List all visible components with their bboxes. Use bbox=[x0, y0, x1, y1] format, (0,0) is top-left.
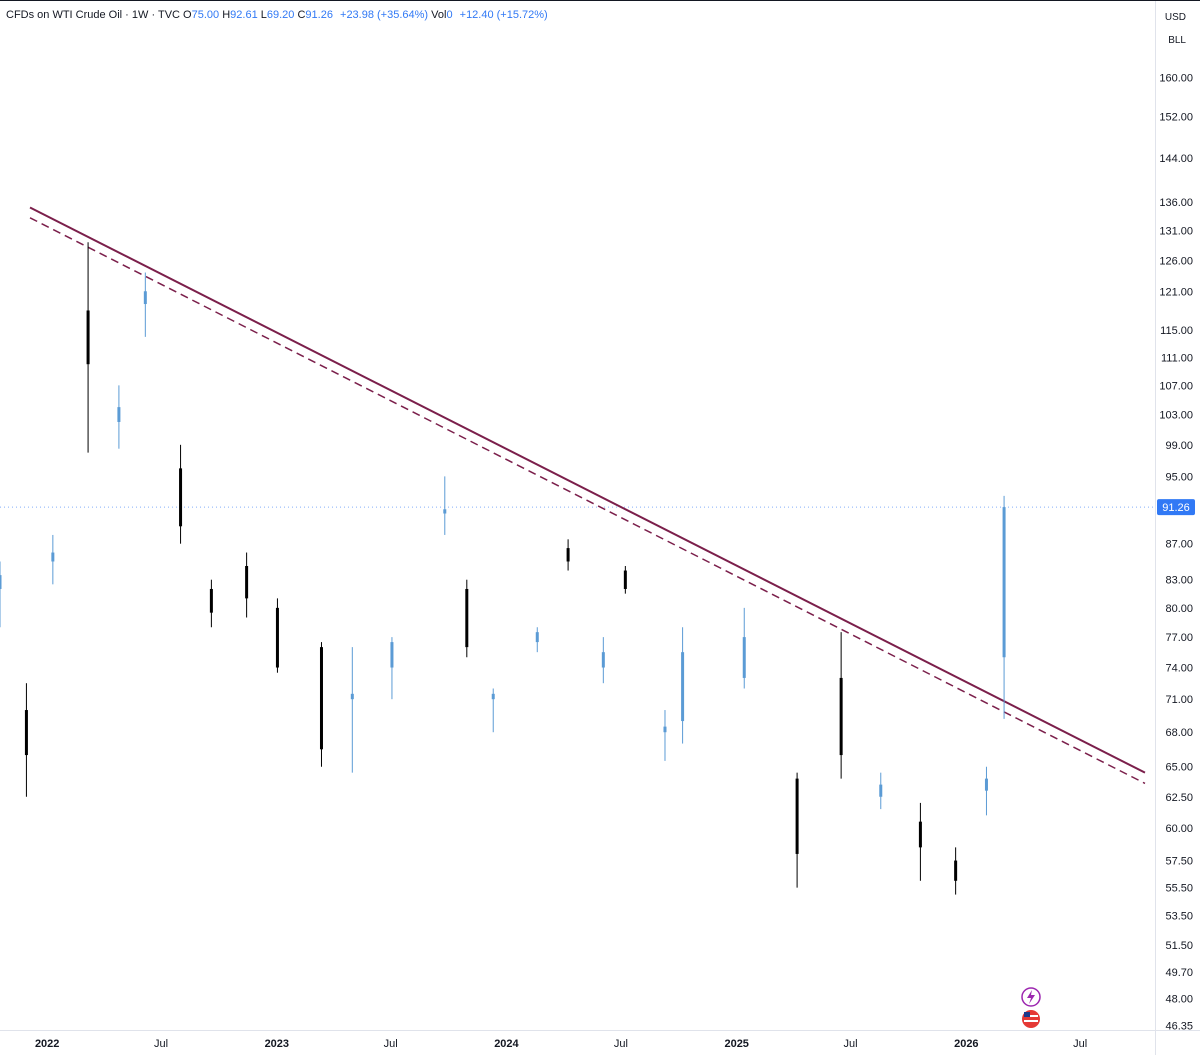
y-tick-label: 77.00 bbox=[1165, 632, 1193, 644]
x-tick-label: 2024 bbox=[494, 1038, 519, 1050]
x-tick-label: Jul bbox=[1073, 1038, 1087, 1050]
y-tick-label: 126.00 bbox=[1159, 255, 1193, 267]
y-tick-label: 95.00 bbox=[1165, 471, 1193, 483]
candle-body[interactable] bbox=[918, 821, 922, 848]
y-tick-label: 107.00 bbox=[1159, 380, 1193, 392]
y-tick-label: 55.50 bbox=[1165, 883, 1193, 895]
x-tick-label: Jul bbox=[154, 1038, 168, 1050]
y-tick-label: 121.00 bbox=[1159, 286, 1193, 298]
candle-body[interactable] bbox=[491, 693, 495, 700]
y-tick-label: 60.00 bbox=[1165, 823, 1193, 835]
candle-body[interactable] bbox=[601, 652, 605, 668]
high-value: 92.61 bbox=[230, 9, 258, 21]
candle-body[interactable] bbox=[663, 726, 667, 733]
volume-change-value: +12.40 (+15.72%) bbox=[459, 9, 548, 21]
symbol-legend: CFDs on WTI Crude Oil · 1W · TVC O75.00 … bbox=[6, 9, 548, 21]
y-tick-label: 49.70 bbox=[1165, 967, 1193, 979]
x-tick-label: Jul bbox=[614, 1038, 628, 1050]
x-tick-label: Jul bbox=[844, 1038, 858, 1050]
volume-label: Vol bbox=[431, 9, 447, 21]
candle-body[interactable] bbox=[117, 407, 121, 422]
candle-body[interactable] bbox=[275, 607, 279, 668]
y-tick-label: 48.00 bbox=[1165, 994, 1193, 1006]
candle-body[interactable] bbox=[566, 548, 570, 562]
candle-body[interactable] bbox=[984, 778, 988, 791]
low-value: 69.20 bbox=[266, 9, 295, 21]
y-tick-label: 65.00 bbox=[1165, 762, 1193, 774]
x-tick-label: 2026 bbox=[954, 1038, 978, 1050]
x-tick-label: 2023 bbox=[265, 1038, 289, 1050]
candle-body[interactable] bbox=[879, 784, 883, 797]
high-label: H bbox=[222, 9, 231, 21]
candle-body[interactable] bbox=[443, 509, 447, 514]
candle-body[interactable] bbox=[0, 575, 2, 589]
candle-body[interactable] bbox=[209, 588, 213, 613]
y-tick-label: 87.00 bbox=[1165, 539, 1193, 551]
open-label: O bbox=[183, 9, 192, 21]
candle-body[interactable] bbox=[795, 778, 799, 854]
y-tick-label: 46.35 bbox=[1165, 1021, 1193, 1033]
current-price-tag-label: 91.26 bbox=[1162, 502, 1190, 514]
candle-body[interactable] bbox=[1002, 507, 1006, 658]
y-tick-label: 80.00 bbox=[1165, 603, 1193, 615]
y-tick-label: 99.00 bbox=[1165, 440, 1193, 452]
flag-stripe bbox=[1024, 1020, 1038, 1022]
candle-body[interactable] bbox=[742, 637, 746, 678]
y-tick-label: 51.50 bbox=[1165, 940, 1193, 952]
y-tick-label: 152.00 bbox=[1159, 112, 1193, 124]
candle-body[interactable] bbox=[350, 693, 354, 700]
unit-label[interactable]: BLL bbox=[1168, 35, 1186, 46]
candle-body[interactable] bbox=[245, 565, 249, 599]
candle-body[interactable] bbox=[681, 652, 685, 722]
y-tick-label: 144.00 bbox=[1159, 153, 1193, 165]
candle-body[interactable] bbox=[465, 588, 469, 648]
candle-body[interactable] bbox=[51, 552, 55, 562]
y-tick-label: 74.00 bbox=[1165, 663, 1193, 675]
symbol-title: CFDs on WTI Crude Oil · 1W · TVC bbox=[6, 9, 180, 21]
y-tick-label: 53.50 bbox=[1165, 911, 1193, 923]
volume-value: 0 bbox=[446, 9, 453, 21]
candle-body[interactable] bbox=[179, 468, 183, 527]
y-tick-label: 115.00 bbox=[1160, 325, 1193, 337]
chart-area[interactable]: 46.35 48.00 49.70 51.50 53.50 55.50 57.50 60.00… bbox=[0, 0, 1200, 1055]
x-tick-label: Jul bbox=[384, 1038, 398, 1050]
candle-body[interactable] bbox=[143, 291, 147, 305]
y-tick-label: 62.50 bbox=[1165, 792, 1193, 804]
currency-label[interactable]: USD bbox=[1165, 12, 1186, 23]
open-value: 75.00 bbox=[191, 9, 220, 21]
y-tick-label: 68.00 bbox=[1165, 727, 1193, 739]
resistance-trendline-dashed[interactable] bbox=[29, 217, 1146, 785]
resistance-trendline[interactable] bbox=[29, 206, 1146, 774]
y-tick-label: 71.00 bbox=[1165, 694, 1193, 706]
candle-body[interactable] bbox=[954, 860, 958, 881]
candle-body[interactable] bbox=[24, 710, 28, 756]
y-tick-label: 160.00 bbox=[1159, 73, 1193, 85]
y-tick-label: 57.50 bbox=[1165, 856, 1193, 868]
y-tick-label: 111.00 bbox=[1161, 352, 1193, 364]
price-chart-svg[interactable]: 46.35 48.00 49.70 51.50 53.50 55.50 57.50 60.00… bbox=[0, 0, 1200, 1055]
candle-body[interactable] bbox=[535, 632, 539, 643]
close-value: 91.26 bbox=[305, 9, 333, 21]
y-tick-label: 83.00 bbox=[1165, 575, 1193, 587]
candle-body[interactable] bbox=[390, 642, 394, 668]
y-tick-label: 131.00 bbox=[1159, 226, 1193, 238]
candle-body[interactable] bbox=[623, 570, 627, 589]
candle-body[interactable] bbox=[319, 647, 323, 750]
x-tick-label: 2025 bbox=[724, 1038, 748, 1050]
change-value: +23.98 (+35.64%) bbox=[340, 9, 429, 21]
candle-body[interactable] bbox=[86, 310, 90, 365]
x-tick-label: 2022 bbox=[35, 1038, 59, 1050]
flag-canton bbox=[1024, 1012, 1030, 1017]
y-tick-label: 136.00 bbox=[1159, 197, 1193, 209]
candle-body[interactable] bbox=[839, 677, 843, 756]
y-tick-label: 103.00 bbox=[1159, 410, 1193, 422]
